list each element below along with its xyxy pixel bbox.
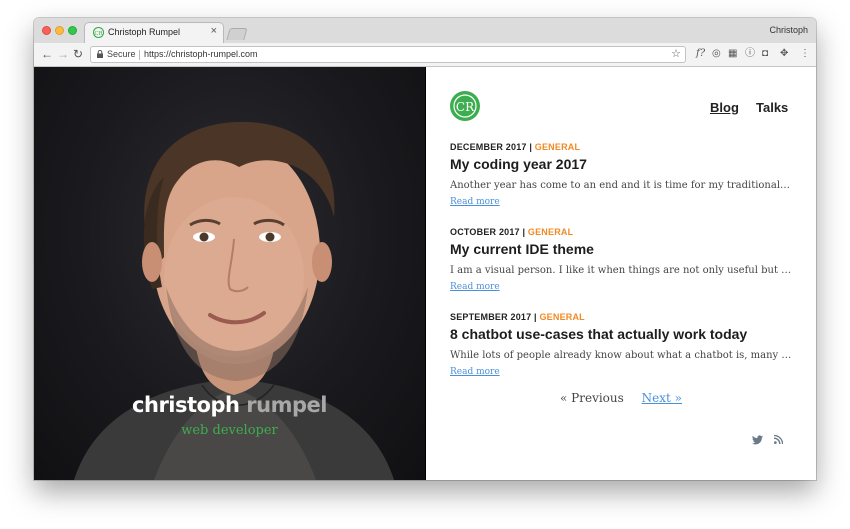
post-excerpt: I am a visual person. I like it when thi… [450, 265, 792, 276]
browser-window: CR Christoph Rumpel × Christoph ← → ↻ Se… [34, 18, 816, 480]
address-bar[interactable]: Secure https://christoph-rumpel.com ☆ [90, 46, 686, 63]
reload-icon[interactable]: ↻ [73, 47, 83, 61]
url-text[interactable]: https://christoph-rumpel.com [144, 49, 258, 59]
tab-close-icon[interactable]: × [211, 25, 217, 37]
post-meta: SEPTEMBER 2017 | GENERAL [450, 312, 585, 322]
page-content: christoph rumpel web developer CR Blog T… [34, 67, 816, 480]
extension-circle-icon[interactable]: ◎ [712, 48, 721, 60]
favicon-icon: CR [93, 27, 104, 38]
post-category-link[interactable]: GENERAL [535, 142, 580, 152]
post-meta: DECEMBER 2017 | GENERAL [450, 142, 581, 152]
hero-last-name: rumpel [246, 393, 327, 417]
hero-first-name: christoph [132, 393, 240, 417]
next-page-link[interactable]: Next » [642, 391, 682, 405]
omnibox-separator [139, 50, 140, 60]
menu-icon[interactable]: ⋮ [800, 48, 810, 60]
post-category-link[interactable]: GENERAL [528, 227, 573, 237]
post-excerpt: Another year has come to an end and it i… [450, 180, 792, 191]
pocket-icon[interactable]: ◘ [762, 48, 768, 60]
svg-text:CR: CR [94, 31, 103, 37]
bookmark-star-icon[interactable]: ☆ [671, 47, 681, 60]
nav-blog-link[interactable]: Blog [710, 100, 739, 115]
read-more-link[interactable]: Read more [450, 367, 500, 377]
rss-icon[interactable] [774, 435, 783, 444]
previous-page-link[interactable]: « Previous [560, 391, 624, 405]
font-extension-icon[interactable]: f? [696, 48, 705, 60]
post-item: SEPTEMBER 2017 | GENERAL 8 chatbot use-c… [450, 312, 794, 379]
read-more-link[interactable]: Read more [450, 282, 500, 292]
extension-grid-icon[interactable]: ▦ [728, 48, 737, 60]
hero-role: web developer [181, 423, 278, 438]
post-meta: OCTOBER 2017 | GENERAL [450, 227, 574, 237]
post-date: SEPTEMBER 2017 [450, 312, 532, 322]
tab-title: Christoph Rumpel [108, 27, 181, 37]
portrait-illustration [74, 121, 394, 480]
twitter-icon[interactable] [752, 435, 763, 445]
zoom-window-button[interactable] [68, 26, 77, 35]
extension-move-icon[interactable]: ✥ [780, 48, 788, 60]
hero-portrait-image: christoph rumpel web developer [34, 67, 425, 480]
close-window-button[interactable] [42, 26, 51, 35]
profile-name[interactable]: Christoph [769, 25, 808, 35]
hero-name: christoph rumpel [34, 393, 425, 417]
browser-toolbar: ← → ↻ Secure https://christoph-rumpel.co… [34, 43, 816, 67]
site-logo-icon[interactable]: CR [450, 91, 480, 121]
minimize-window-button[interactable] [55, 26, 64, 35]
svg-text:CR: CR [456, 100, 475, 114]
blog-sidebar: CR Blog Talks DECEMBER 2017 | GENERAL My… [426, 67, 816, 480]
lock-icon [97, 50, 103, 58]
post-item: DECEMBER 2017 | GENERAL My coding year 2… [450, 142, 794, 209]
extension-info-icon[interactable]: ⓘ [745, 48, 755, 60]
post-date: DECEMBER 2017 [450, 142, 527, 152]
post-title-link[interactable]: My coding year 2017 [450, 156, 794, 172]
post-excerpt: While lots of people already know about … [450, 350, 792, 361]
post-item: OCTOBER 2017 | GENERAL My current IDE th… [450, 227, 794, 294]
tab-strip: CR Christoph Rumpel × Christoph [34, 18, 816, 43]
post-category-link[interactable]: GENERAL [539, 312, 584, 322]
post-date: OCTOBER 2017 [450, 227, 520, 237]
secure-label: Secure [107, 49, 136, 59]
browser-tab[interactable]: CR Christoph Rumpel × [84, 22, 224, 43]
nav-talks-link[interactable]: Talks [756, 100, 788, 115]
post-title-link[interactable]: 8 chatbot use-cases that actually work t… [450, 326, 794, 342]
post-title-link[interactable]: My current IDE theme [450, 241, 794, 257]
pagination: « Previous Next » [426, 391, 816, 405]
read-more-link[interactable]: Read more [450, 197, 500, 207]
back-icon[interactable]: ← [41, 47, 53, 61]
forward-icon[interactable]: → [57, 47, 69, 61]
new-tab-button[interactable] [226, 28, 248, 40]
